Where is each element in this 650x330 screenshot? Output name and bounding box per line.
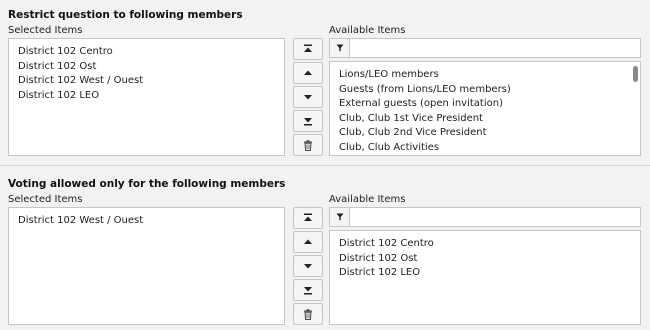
- list-item[interactable]: District 102 Ost: [18, 60, 284, 75]
- list-item[interactable]: District 102 LEO: [18, 89, 284, 104]
- move-down-icon: [303, 261, 313, 271]
- section-divider: [0, 165, 650, 166]
- move-up-button[interactable]: [293, 62, 323, 84]
- move-to-top-icon: [303, 213, 313, 223]
- move-up-button[interactable]: [293, 231, 323, 253]
- available-items-list[interactable]: District 102 Centro District 102 Ost Dis…: [329, 230, 641, 325]
- move-up-icon: [303, 237, 313, 247]
- list-item[interactable]: District 102 West / Ouest: [18, 74, 284, 89]
- move-to-bottom-icon: [303, 116, 313, 126]
- list-item[interactable]: External guests (open invitation): [339, 97, 640, 112]
- move-down-button[interactable]: [293, 86, 323, 108]
- available-filter-input[interactable]: [350, 208, 640, 226]
- list-item[interactable]: Club, Club Activities: [339, 141, 640, 156]
- available-filter-field[interactable]: [329, 38, 641, 58]
- trash-icon: [303, 308, 313, 320]
- list-item[interactable]: District 102 Ost: [339, 252, 640, 267]
- selected-items-label: Selected Items: [8, 25, 83, 36]
- section-title-restrict: Restrict question to following members: [8, 9, 243, 21]
- move-to-top-icon: [303, 44, 313, 54]
- filter-icon: [330, 208, 350, 226]
- move-up-icon: [303, 68, 313, 78]
- move-to-bottom-button[interactable]: [293, 110, 323, 132]
- move-to-bottom-button[interactable]: [293, 279, 323, 301]
- move-to-top-button[interactable]: [293, 207, 323, 229]
- available-filter-input[interactable]: [350, 39, 640, 57]
- trash-icon: [303, 139, 313, 151]
- list-item[interactable]: Club, Club 1st Vice President: [339, 112, 640, 127]
- move-to-top-button[interactable]: [293, 38, 323, 60]
- available-filter-field[interactable]: [329, 207, 641, 227]
- list-item[interactable]: Guests (from Lions/LEO members): [339, 83, 640, 98]
- remove-button[interactable]: [293, 303, 323, 325]
- move-to-bottom-icon: [303, 285, 313, 295]
- available-items-label: Available Items: [329, 194, 406, 205]
- scrollbar[interactable]: [633, 66, 638, 82]
- list-item[interactable]: Lions/LEO members: [339, 68, 640, 83]
- move-down-button[interactable]: [293, 255, 323, 277]
- filter-icon: [330, 39, 350, 57]
- list-item[interactable]: Club, Club 2nd Vice President: [339, 126, 640, 141]
- list-item[interactable]: District 102 West / Ouest: [18, 214, 284, 229]
- selected-items-list[interactable]: District 102 West / Ouest: [8, 207, 285, 325]
- list-item[interactable]: District 102 Centro: [339, 237, 640, 252]
- selected-items-list[interactable]: District 102 Centro District 102 Ost Dis…: [8, 38, 285, 156]
- selected-items-label: Selected Items: [8, 194, 83, 205]
- available-items-label: Available Items: [329, 25, 406, 36]
- available-items-list[interactable]: Lions/LEO members Guests (from Lions/LEO…: [329, 61, 641, 156]
- list-item[interactable]: District 102 Centro: [18, 45, 284, 60]
- section-title-voting: Voting allowed only for the following me…: [8, 178, 286, 190]
- remove-button[interactable]: [293, 134, 323, 156]
- move-down-icon: [303, 92, 313, 102]
- list-item[interactable]: District 102 LEO: [339, 266, 640, 281]
